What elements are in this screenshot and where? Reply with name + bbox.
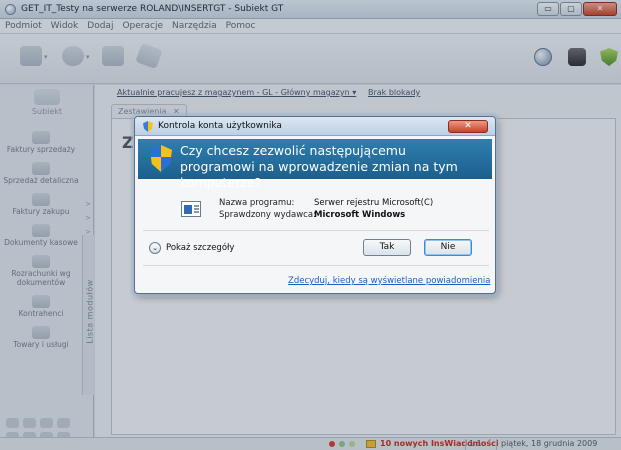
uac-dialog: Kontrola konta użytkownika ✕ Czy chcesz … bbox=[134, 116, 496, 294]
divider bbox=[143, 265, 489, 266]
program-icon bbox=[181, 201, 201, 217]
program-name-label: Nazwa programu: bbox=[219, 198, 295, 208]
dialog-title: Kontrola konta użytkownika bbox=[158, 121, 282, 131]
dialog-titlebar: Kontrola konta użytkownika ✕ bbox=[135, 117, 495, 136]
publisher-label: Sprawdzony wydawca: bbox=[219, 210, 316, 220]
yes-button[interactable]: Tak bbox=[363, 239, 411, 256]
publisher-value: Microsoft Windows bbox=[314, 210, 406, 220]
program-name-value: Serwer rejestru Microsoft(C) bbox=[314, 198, 434, 208]
show-details-link[interactable]: Pokaż szczegóły bbox=[166, 243, 234, 253]
notification-settings-link[interactable]: Zdecyduj, kiedy są wyświetlane powiadomi… bbox=[288, 276, 490, 286]
no-button[interactable]: Nie bbox=[424, 239, 472, 256]
dialog-banner: Czy chcesz zezwolić następującemu progra… bbox=[138, 139, 492, 190]
uac-shield-icon bbox=[143, 121, 153, 132]
dialog-close-button[interactable]: ✕ bbox=[448, 120, 488, 133]
divider bbox=[143, 230, 489, 231]
uac-shield-icon bbox=[150, 145, 172, 172]
dialog-question: Czy chcesz zezwolić następującemu progra… bbox=[180, 143, 458, 190]
details-toggle-icon[interactable]: ⌄ bbox=[149, 242, 161, 254]
